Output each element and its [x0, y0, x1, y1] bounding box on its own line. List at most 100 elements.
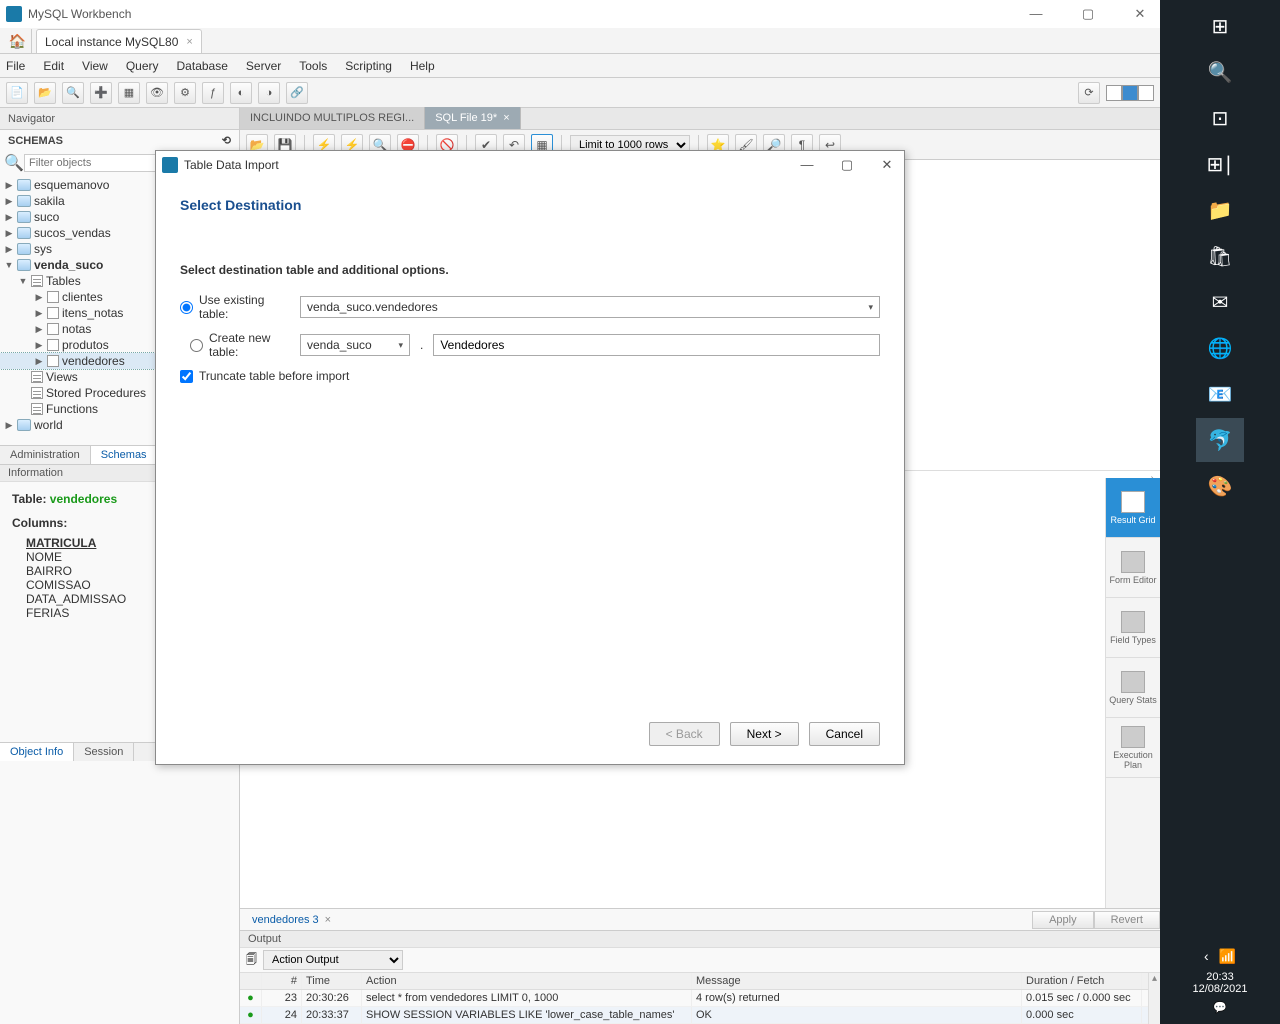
revert-button[interactable]: Revert: [1094, 911, 1160, 929]
output-copy-icon[interactable]: 🗐: [246, 951, 257, 970]
tray-time[interactable]: 20:33: [1206, 971, 1234, 983]
toolbar-inspector-icon[interactable]: 🔍: [62, 82, 84, 104]
toolbar-b1-icon[interactable]: ◐: [230, 82, 252, 104]
tray-wifi-icon[interactable]: 📶: [1219, 948, 1236, 965]
rs-tab-query-stats[interactable]: Query Stats: [1106, 658, 1160, 718]
editor-tab-0[interactable]: INCLUINDO MULTIPLOS REGI...: [240, 107, 425, 129]
table-itens-notas[interactable]: itens_notas: [62, 306, 123, 320]
result-tab-close[interactable]: ×: [325, 914, 331, 926]
taskbar-chrome-icon[interactable]: 🌐: [1196, 326, 1244, 370]
schemas-refresh-icon[interactable]: ⟲: [222, 134, 231, 147]
radio-create-new[interactable]: Create new table:: [180, 331, 290, 359]
table-produtos[interactable]: produtos: [62, 338, 109, 352]
menu-query[interactable]: Query: [126, 59, 159, 73]
rs-tab-form-editor[interactable]: Form Editor: [1106, 538, 1160, 598]
output-scroll-up-icon[interactable]: ▴: [1148, 973, 1160, 1024]
taskbar-widget-icon[interactable]: ⊞∣: [1196, 142, 1244, 186]
taskbar-store-icon[interactable]: 🛍: [1196, 234, 1244, 278]
tab-administration[interactable]: Administration: [0, 446, 91, 464]
dialog-subhead: Select destination table and additional …: [180, 263, 880, 277]
editor-tab-1-close[interactable]: ×: [503, 112, 509, 124]
tables-folder[interactable]: Tables: [46, 274, 81, 288]
editor-tabs: INCLUINDO MULTIPLOS REGI... SQL File 19*…: [240, 108, 1160, 130]
taskbar-search-icon[interactable]: 🔍: [1196, 50, 1244, 94]
dialog-heading: Select Destination: [180, 197, 880, 213]
taskbar-mail-icon[interactable]: ✉: [1196, 280, 1244, 324]
dialog-maximize[interactable]: ▢: [836, 157, 858, 173]
toolbar-open-icon[interactable]: 📂: [34, 82, 56, 104]
toolbar-newtable-icon[interactable]: ▦: [118, 82, 140, 104]
table-clientes[interactable]: clientes: [62, 290, 103, 304]
home-icon[interactable]: 🏠: [4, 29, 32, 53]
tray-action-center-icon[interactable]: 💬: [1213, 1001, 1227, 1014]
tray-overflow-icon[interactable]: ‹: [1204, 948, 1209, 965]
table-vendedores[interactable]: vendedores: [62, 354, 125, 368]
schema-suco[interactable]: suco: [34, 210, 59, 224]
output-type-select[interactable]: Action Output: [263, 950, 403, 970]
toolbar-newfn-icon[interactable]: ƒ: [202, 82, 224, 104]
window-minimize[interactable]: —: [1022, 6, 1050, 22]
taskbar-outlook-icon[interactable]: 📧: [1196, 372, 1244, 416]
taskbar-explorer-icon[interactable]: 📁: [1196, 188, 1244, 232]
rs-tab-field-types[interactable]: Field Types: [1106, 598, 1160, 658]
tab-object-info[interactable]: Object Info: [0, 743, 74, 761]
toolbar-b2-icon[interactable]: ◑: [258, 82, 280, 104]
back-button[interactable]: < Back: [649, 722, 720, 746]
existing-table-select[interactable]: venda_suco.vendedores▾: [300, 296, 880, 318]
window-close[interactable]: ✕: [1126, 6, 1154, 22]
apply-button[interactable]: Apply: [1032, 911, 1094, 929]
windows-taskbar: ⊞ 🔍 ⊡ ⊞∣ 📁 🛍 ✉ 🌐 📧 🐬 🎨 ‹ 📶 20:33 12/08/2…: [1160, 0, 1280, 1024]
window-maximize[interactable]: ▢: [1074, 6, 1102, 22]
sp-folder[interactable]: Stored Procedures: [46, 386, 146, 400]
cancel-button[interactable]: Cancel: [809, 722, 880, 746]
new-table-input[interactable]: [433, 334, 880, 356]
toolbar-panel-toggle[interactable]: [1106, 85, 1154, 101]
truncate-checkbox[interactable]: Truncate table before import: [180, 369, 880, 383]
schema-world[interactable]: world: [34, 418, 63, 432]
rs-tab-result-grid[interactable]: Result Grid: [1106, 478, 1160, 538]
output-header: Output: [240, 931, 1160, 948]
toolbar-newschema-icon[interactable]: ➕: [90, 82, 112, 104]
new-schema-select[interactable]: venda_suco▾: [300, 334, 410, 356]
output-row-0[interactable]: ● 23 20:30:26 select * from vendedores L…: [240, 990, 1148, 1007]
taskbar-paint-icon[interactable]: 🎨: [1196, 464, 1244, 508]
schema-sucos-vendas[interactable]: sucos_vendas: [34, 226, 111, 240]
rs-tab-execution-plan[interactable]: Execution Plan: [1106, 718, 1160, 778]
fn-folder[interactable]: Functions: [46, 402, 98, 416]
start-button[interactable]: ⊞: [1196, 4, 1244, 48]
dialog-close[interactable]: ✕: [876, 157, 898, 173]
toolbar-newview-icon[interactable]: 👁: [146, 82, 168, 104]
editor-tab-1[interactable]: SQL File 19*×: [425, 107, 520, 129]
schema-sakila[interactable]: sakila: [34, 194, 65, 208]
dialog-minimize[interactable]: —: [796, 157, 818, 173]
views-folder[interactable]: Views: [46, 370, 78, 384]
taskbar-mysql-icon[interactable]: 🐬: [1196, 418, 1244, 462]
connection-tab[interactable]: Local instance MySQL80 ×: [36, 29, 202, 53]
menu-help[interactable]: Help: [410, 59, 435, 73]
tab-session[interactable]: Session: [74, 743, 134, 761]
tray-date[interactable]: 12/08/2021: [1192, 983, 1247, 995]
output-row-1[interactable]: ● 24 20:33:37 SHOW SESSION VARIABLES LIK…: [240, 1007, 1148, 1024]
menu-scripting[interactable]: Scripting: [345, 59, 392, 73]
tab-schemas[interactable]: Schemas: [91, 446, 158, 464]
menu-edit[interactable]: Edit: [43, 59, 64, 73]
connection-tab-label: Local instance MySQL80: [45, 35, 178, 49]
taskbar-taskview-icon[interactable]: ⊡: [1196, 96, 1244, 140]
menu-database[interactable]: Database: [177, 59, 228, 73]
schema-sys[interactable]: sys: [34, 242, 52, 256]
menu-server[interactable]: Server: [246, 59, 281, 73]
toolbar-newquery-icon[interactable]: 📄: [6, 82, 28, 104]
table-notas[interactable]: notas: [62, 322, 91, 336]
menu-view[interactable]: View: [82, 59, 108, 73]
menu-file[interactable]: File: [6, 59, 25, 73]
toolbar-b3-icon[interactable]: 🔗: [286, 82, 308, 104]
connection-tab-close[interactable]: ×: [186, 36, 192, 48]
schema-venda-suco[interactable]: venda_suco: [34, 258, 103, 272]
toolbar-refresh-icon[interactable]: ⟳: [1078, 82, 1100, 104]
schema-esquemanovo[interactable]: esquemanovo: [34, 178, 109, 192]
result-tab-vendedores[interactable]: vendedores 3×: [244, 912, 339, 928]
next-button[interactable]: Next >: [730, 722, 799, 746]
toolbar-newsp-icon[interactable]: ⚙: [174, 82, 196, 104]
radio-use-existing[interactable]: Use existing table:: [180, 293, 290, 321]
menu-tools[interactable]: Tools: [299, 59, 327, 73]
